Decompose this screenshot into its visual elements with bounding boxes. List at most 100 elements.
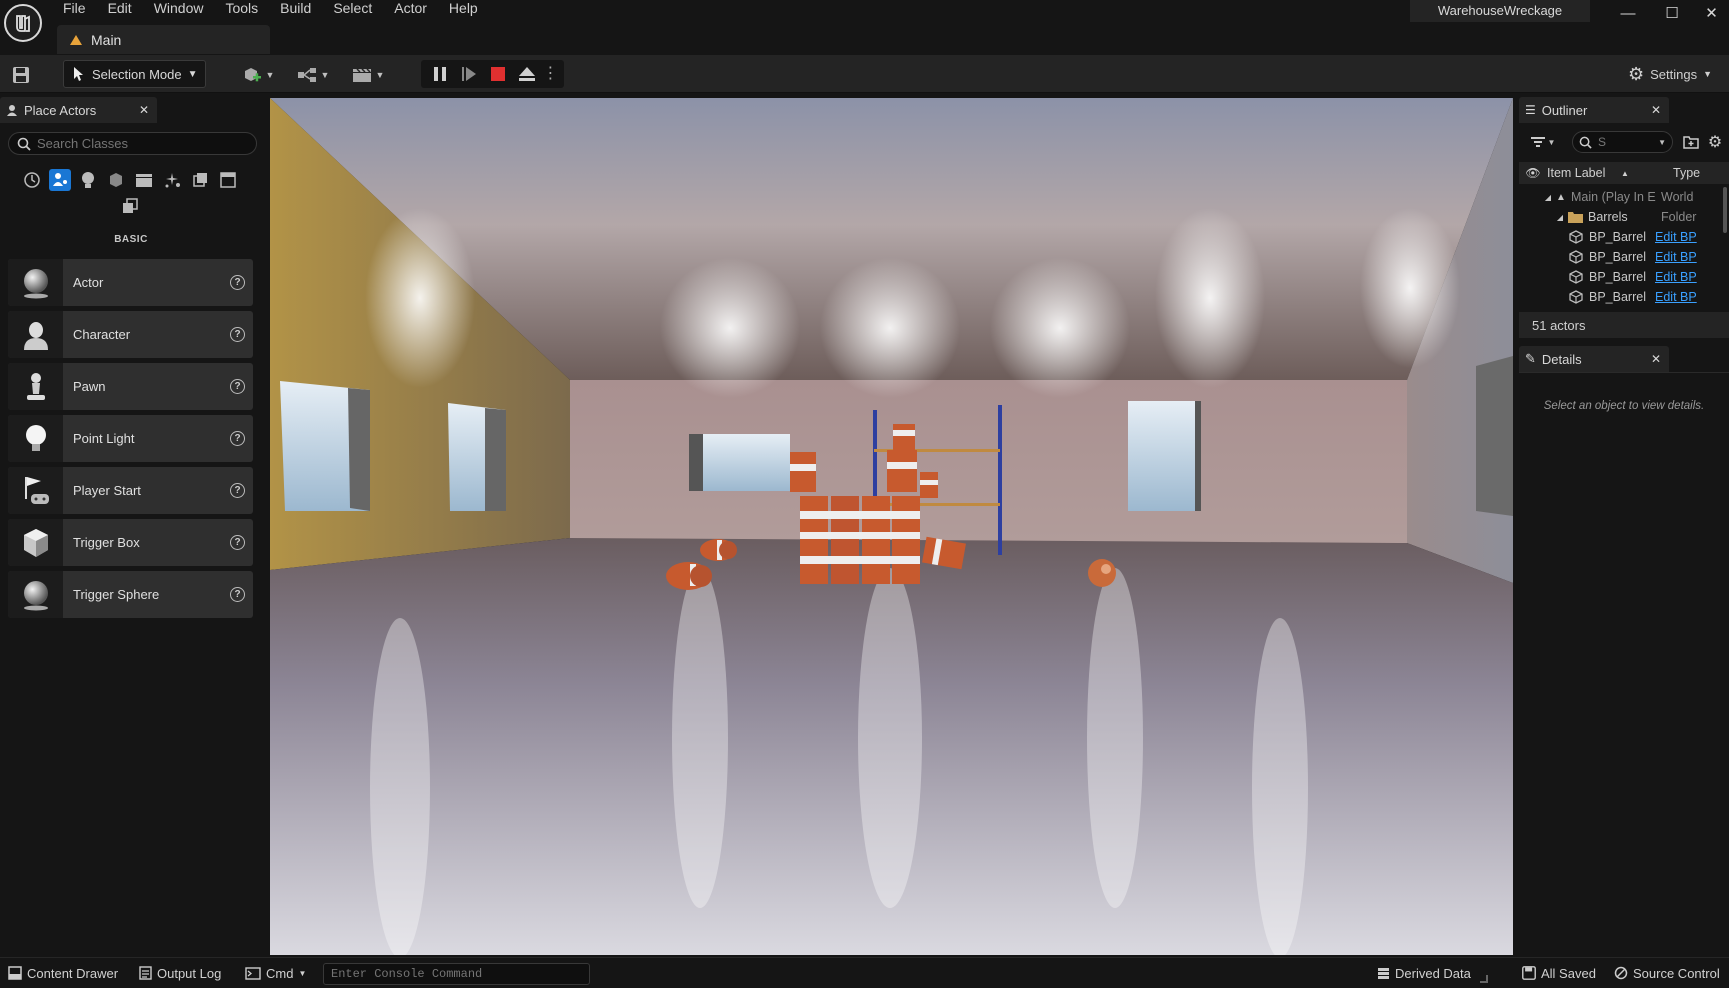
- place-actors-tab[interactable]: Place Actors ✕: [0, 97, 157, 123]
- search-classes-input[interactable]: [8, 132, 257, 155]
- cinematics-button[interactable]: ▼: [349, 62, 387, 88]
- maximize-icon[interactable]: ☐: [1650, 0, 1694, 26]
- search-classes-field[interactable]: [37, 136, 237, 151]
- menu-help[interactable]: Help: [438, 0, 489, 18]
- add-folder-icon[interactable]: [1681, 131, 1701, 153]
- output-log-button[interactable]: Output Log: [139, 960, 221, 986]
- basic-icon[interactable]: [49, 169, 71, 191]
- gear-icon: ⚙: [1628, 63, 1645, 84]
- outliner-row-folder[interactable]: ◢ Barrels Folder: [1521, 207, 1729, 227]
- menu-window[interactable]: Window: [143, 0, 215, 18]
- actor-item-actor[interactable]: Actor ?: [8, 259, 253, 306]
- minimize-icon[interactable]: —: [1606, 0, 1650, 26]
- all-classes-icon[interactable]: [217, 169, 239, 191]
- outliner-row-barrel[interactable]: BP_Barrel Edit BP: [1521, 287, 1729, 307]
- outliner-row-barrel[interactable]: BP_Barrel Edit BP: [1521, 267, 1729, 287]
- details-tab[interactable]: ✎ Details ✕: [1519, 346, 1669, 372]
- column-type[interactable]: Type: [1667, 166, 1700, 180]
- chevron-down-icon: ▼: [298, 968, 307, 978]
- blueprints-button[interactable]: ▼: [294, 62, 332, 88]
- outliner-row-barrel[interactable]: BP_Barrel Edit BP: [1521, 227, 1729, 247]
- recent-icon[interactable]: [21, 169, 43, 191]
- menu-edit[interactable]: Edit: [97, 0, 143, 18]
- cmd-dropdown[interactable]: Cmd ▼: [245, 960, 306, 986]
- unreal-logo-icon[interactable]: [4, 4, 42, 42]
- content-drawer-button[interactable]: Content Drawer: [8, 960, 118, 986]
- details-empty-text: Select an object to view details.: [1543, 400, 1705, 412]
- derived-data-button[interactable]: Derived Data: [1377, 960, 1471, 986]
- actor-item-character[interactable]: Character ?: [8, 311, 253, 358]
- menu-file[interactable]: File: [52, 0, 97, 18]
- actor-item-trigger-box[interactable]: Trigger Box ?: [8, 519, 253, 566]
- pause-icon[interactable]: [430, 64, 450, 84]
- eject-icon[interactable]: [517, 64, 537, 84]
- help-icon[interactable]: ?: [230, 483, 245, 498]
- collapse-arrow-icon[interactable]: ◢: [1521, 213, 1563, 222]
- output-log-icon: [139, 966, 152, 980]
- actor-item-label: Trigger Box: [73, 535, 140, 550]
- edit-bp-link[interactable]: Edit BP: [1655, 250, 1697, 264]
- menu-build[interactable]: Build: [269, 0, 322, 18]
- edit-bp-link[interactable]: Edit BP: [1655, 230, 1697, 244]
- source-control-button[interactable]: Source Control: [1614, 960, 1720, 986]
- stop-icon[interactable]: [488, 64, 508, 84]
- cinematic-icon[interactable]: [133, 169, 155, 191]
- edit-bp-link[interactable]: Edit BP: [1655, 270, 1697, 284]
- help-icon[interactable]: ?: [230, 431, 245, 446]
- outliner-header: 👁 Item Label ▲ Type: [1519, 162, 1729, 184]
- close-icon[interactable]: ✕: [1651, 103, 1661, 117]
- actor-item-point-light[interactable]: Point Light ?: [8, 415, 253, 462]
- volumes-icon[interactable]: [189, 169, 211, 191]
- bulb-icon: [8, 415, 63, 462]
- close-window-icon[interactable]: ✕: [1694, 0, 1729, 26]
- actor-item-player-start[interactable]: Player Start ?: [8, 467, 253, 514]
- step-frame-icon[interactable]: [459, 64, 479, 84]
- outliner-row-label: BP_Barrel: [1589, 230, 1646, 244]
- outliner-row-label: Main (Play In E: [1571, 190, 1656, 204]
- output-log-label: Output Log: [157, 965, 222, 981]
- actor-item-label: Player Start: [73, 483, 141, 498]
- console-command-input[interactable]: [323, 963, 590, 985]
- actor-item-pawn[interactable]: Pawn ?: [8, 363, 253, 410]
- character-icon: [8, 311, 63, 358]
- more-options-icon[interactable]: ⋮: [543, 64, 559, 84]
- help-icon[interactable]: ?: [230, 275, 245, 290]
- menu-select[interactable]: Select: [322, 0, 383, 18]
- shapes-icon[interactable]: [105, 169, 127, 191]
- outliner-row-barrel[interactable]: BP_Barrel Edit BP: [1521, 247, 1729, 267]
- filter-button[interactable]: ▼: [1526, 131, 1560, 153]
- resize-grip-icon[interactable]: [1480, 975, 1488, 983]
- outliner-tab[interactable]: ☰ Outliner ✕: [1519, 97, 1669, 123]
- outliner-search-input[interactable]: S ▼: [1572, 131, 1673, 153]
- add-actor-button[interactable]: ▼: [239, 62, 277, 88]
- outliner-scrollbar[interactable]: [1723, 187, 1727, 233]
- outliner-row-world[interactable]: ◢ ▲ Main (Play In E World: [1521, 187, 1729, 207]
- console-field[interactable]: [331, 967, 581, 981]
- derived-data-icon: [1378, 967, 1389, 979]
- help-icon[interactable]: ?: [230, 535, 245, 550]
- help-icon[interactable]: ?: [230, 327, 245, 342]
- edit-bp-link[interactable]: Edit BP: [1655, 290, 1697, 304]
- menu-tools[interactable]: Tools: [214, 0, 269, 18]
- selection-mode-dropdown[interactable]: Selection Mode ▼: [63, 60, 206, 88]
- visual-effects-icon[interactable]: [161, 169, 183, 191]
- save-icon[interactable]: [10, 64, 32, 86]
- clapper-icon: [352, 68, 371, 82]
- help-icon[interactable]: ?: [230, 379, 245, 394]
- close-icon[interactable]: ✕: [1651, 352, 1661, 366]
- chevron-down-icon: ▼: [1547, 137, 1556, 147]
- close-icon[interactable]: ✕: [139, 103, 149, 117]
- column-item-label[interactable]: Item Label: [1547, 166, 1621, 180]
- help-icon[interactable]: ?: [230, 587, 245, 602]
- level-tab-main[interactable]: Main: [57, 25, 270, 54]
- gear-icon[interactable]: ⚙: [1705, 131, 1725, 153]
- actor-item-trigger-sphere[interactable]: Trigger Sphere ?: [8, 571, 253, 618]
- geometry-icon[interactable]: [119, 195, 141, 217]
- all-saved-button[interactable]: All Saved: [1522, 960, 1596, 986]
- eye-icon[interactable]: 👁: [1519, 166, 1547, 180]
- level-viewport[interactable]: [270, 98, 1513, 955]
- lights-icon[interactable]: [77, 169, 99, 191]
- menu-actor[interactable]: Actor: [383, 0, 438, 18]
- settings-button[interactable]: ⚙ Settings ▼: [1628, 60, 1723, 88]
- collapse-arrow-icon[interactable]: ◢: [1521, 193, 1551, 202]
